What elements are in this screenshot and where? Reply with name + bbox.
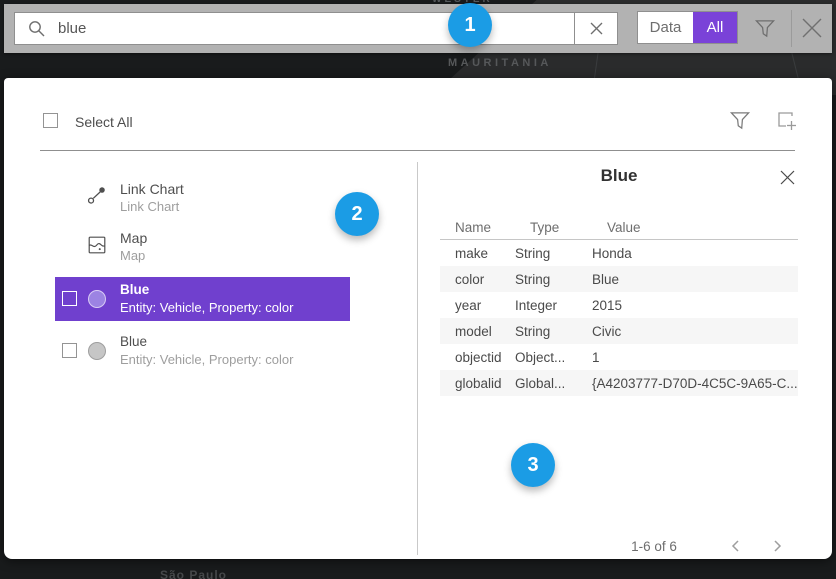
panel-divider	[417, 162, 418, 555]
table-row: model String Civic	[440, 318, 798, 344]
map-label-sao-paulo: São Paulo	[160, 568, 227, 579]
table-row: year Integer 2015	[440, 292, 798, 318]
cell-name: year	[440, 298, 515, 313]
cell-type: Integer	[515, 298, 592, 313]
filter-icon[interactable]	[728, 109, 752, 132]
table-row: make String Honda	[440, 240, 798, 266]
close-icon[interactable]	[779, 167, 799, 187]
cell-value: Blue	[592, 272, 798, 287]
list-item-blue[interactable]: Blue Entity: Vehicle, Property: color	[55, 329, 350, 373]
chevron-right-icon[interactable]	[770, 537, 788, 555]
cell-value: 2015	[592, 298, 798, 313]
cell-type: Object...	[515, 350, 592, 365]
column-header-name: Name	[455, 220, 491, 235]
map-icon	[86, 234, 108, 256]
chevron-left-icon[interactable]	[729, 537, 747, 555]
search-box	[14, 12, 618, 45]
table-row: objectid Object... 1	[440, 344, 798, 370]
link-chart-icon	[86, 185, 108, 207]
select-all-label: Select All	[75, 114, 133, 130]
cell-type: String	[515, 272, 592, 287]
list-item-title: Blue	[120, 333, 147, 351]
detail-title: Blue	[440, 166, 798, 186]
close-icon[interactable]	[798, 14, 826, 42]
list-item-title: Link Chart	[120, 180, 184, 198]
entity-circle-icon	[88, 342, 106, 360]
callout-badge-3: 3	[511, 443, 555, 487]
entity-circle-icon	[88, 290, 106, 308]
list-item-title: Map	[120, 229, 147, 247]
list-item-subtitle: Map	[120, 247, 145, 265]
callout-badge-2: 2	[335, 192, 379, 236]
row-checkbox[interactable]	[62, 343, 77, 358]
pagination-label: 1-6 of 6	[604, 539, 704, 554]
cell-name: objectid	[440, 350, 515, 365]
clear-search-button[interactable]	[575, 13, 617, 44]
cell-value: Civic	[592, 324, 798, 339]
search-results-panel: Select All Link Chart	[4, 78, 832, 559]
header-divider	[40, 150, 795, 151]
scope-toggle: Data All	[637, 11, 738, 44]
select-all-checkbox[interactable]	[43, 113, 58, 128]
cell-name: model	[440, 324, 515, 339]
map-label-mauritania: MAURITANIA	[448, 57, 552, 69]
search-toolbar: Data All	[4, 4, 832, 53]
cell-type: String	[515, 324, 592, 339]
cell-name: color	[440, 272, 515, 287]
row-checkbox[interactable]	[62, 291, 77, 306]
column-header-value: Value	[607, 220, 641, 235]
cell-value: {A4203777-D70D-4C5C-9A65-C...	[592, 376, 798, 391]
cell-name: globalid	[440, 376, 515, 391]
list-item-subtitle: Entity: Vehicle, Property: color	[120, 299, 293, 317]
add-to-selection-icon[interactable]	[775, 109, 799, 133]
column-header-type: Type	[530, 220, 559, 235]
search-input[interactable]	[45, 13, 574, 44]
cell-name: make	[440, 246, 515, 261]
cell-value: Honda	[592, 246, 798, 261]
toggle-data-button[interactable]: Data	[638, 12, 693, 43]
divider	[791, 10, 792, 47]
list-item-subtitle: Link Chart	[120, 198, 179, 216]
list-item-title: Blue	[120, 281, 149, 299]
list-item-subtitle: Entity: Vehicle, Property: color	[120, 351, 293, 369]
toggle-all-button[interactable]: All	[693, 12, 737, 43]
list-item-blue-selected[interactable]: Blue Entity: Vehicle, Property: color	[55, 277, 350, 321]
filter-icon[interactable]	[753, 17, 777, 40]
attribute-table: make String Honda color String Blue year…	[440, 240, 798, 396]
cell-value: 1	[592, 350, 798, 365]
app-window: WESTER MAURITANIA São Paulo Data All	[0, 0, 836, 579]
cell-type: String	[515, 246, 592, 261]
cell-type: Global...	[515, 376, 592, 391]
table-row: globalid Global... {A4203777-D70D-4C5C-9…	[440, 370, 798, 396]
table-row: color String Blue	[440, 266, 798, 292]
callout-badge-1: 1	[448, 3, 492, 47]
search-icon	[28, 20, 45, 37]
